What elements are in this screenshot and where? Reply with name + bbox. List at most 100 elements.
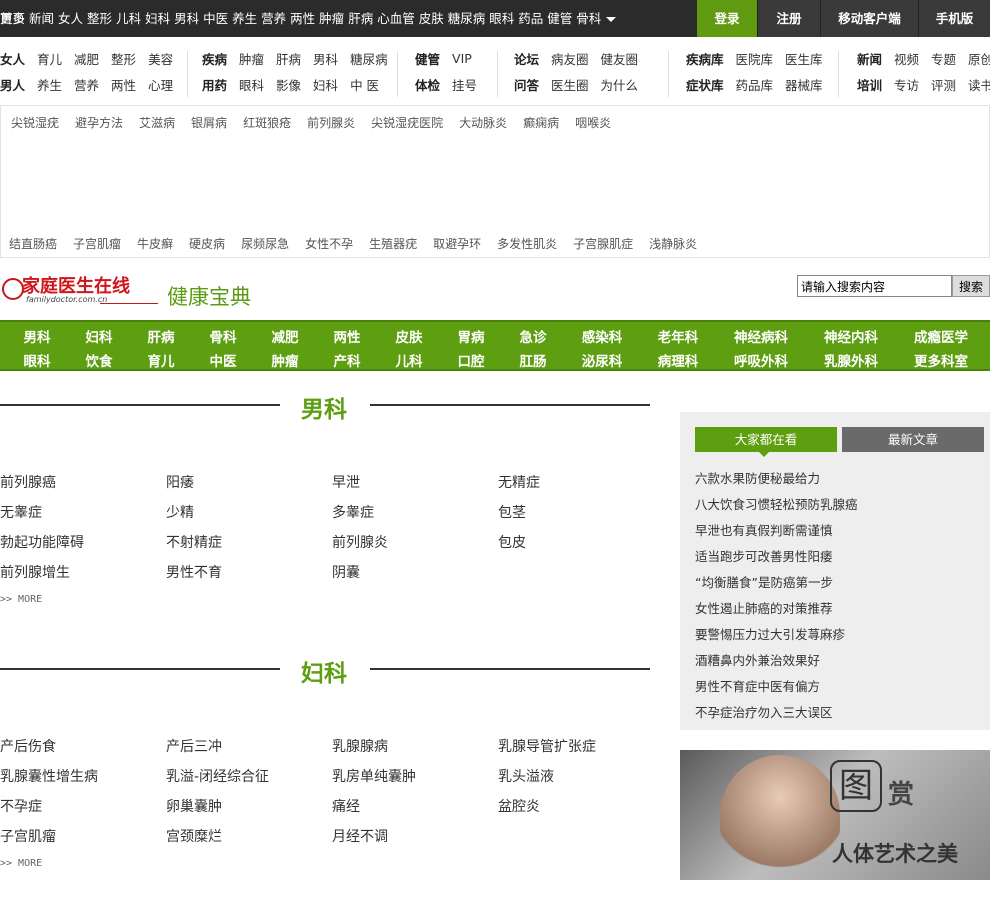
section-link[interactable]: 多睾症 [332, 502, 374, 522]
section-link[interactable]: 乳腺导管扩张症 [498, 736, 596, 756]
department-link[interactable]: 成瘾医学 [901, 326, 981, 346]
top-nav-link[interactable]: 新闻 [29, 0, 54, 37]
section-link[interactable]: 包茎 [498, 502, 526, 522]
channel-link[interactable]: 视频 [894, 49, 919, 68]
section-link[interactable]: 乳房单纯囊肿 [332, 766, 416, 786]
mobile-client-button[interactable]: 移动客户端 [820, 0, 918, 37]
channel-link[interactable]: 体检 [415, 75, 440, 94]
section-link[interactable]: 前列腺炎 [332, 532, 388, 552]
login-button[interactable]: 登录 [697, 0, 757, 37]
tag-link[interactable]: 红斑狼疮 [243, 114, 291, 131]
channel-link[interactable]: 影像 [276, 75, 301, 94]
channel-link[interactable]: 病友圈 [551, 49, 589, 68]
tag-link[interactable]: 癫痫病 [523, 114, 559, 131]
channel-link[interactable]: 眼科 [239, 75, 264, 94]
section-link[interactable]: 产后伤食 [0, 736, 56, 756]
section-link[interactable]: 阳痿 [166, 472, 194, 492]
channel-link[interactable]: 两性 [111, 75, 136, 94]
top-nav-link[interactable]: 中医 [203, 0, 228, 37]
tag-link[interactable]: 生殖器疣 [369, 235, 417, 252]
tag-link[interactable]: 浅静脉炎 [649, 235, 697, 252]
section-link[interactable]: 早泄 [332, 472, 360, 492]
tag-link[interactable]: 银屑病 [191, 114, 227, 131]
channel-link[interactable]: 减肥 [74, 49, 99, 68]
top-nav-link[interactable]: 养生 [232, 0, 257, 37]
channel-link[interactable]: 疾病 [202, 49, 227, 68]
top-nav-link[interactable]: 男科 [174, 0, 199, 37]
top-nav-link[interactable]: 心血管 [377, 0, 415, 37]
top-nav-link[interactable]: 肝病 [348, 0, 373, 37]
tag-link[interactable]: 艾滋病 [139, 114, 175, 131]
section-link[interactable]: 不孕症 [0, 796, 42, 816]
section-title[interactable]: 男科 [301, 390, 347, 424]
article-link[interactable]: 要警惕压力过大引发荨麻疹 [695, 624, 845, 643]
section-link[interactable]: 乳头溢液 [498, 766, 554, 786]
tag-link[interactable]: 尖锐湿疣医院 [371, 114, 443, 131]
tab-latest[interactable]: 最新文章 [842, 427, 984, 452]
tag-link[interactable]: 取避孕环 [433, 235, 481, 252]
tag-link[interactable]: 牛皮癣 [137, 235, 173, 252]
channel-link[interactable]: 男人 [0, 75, 25, 94]
department-link[interactable]: 肛肠 [493, 350, 573, 370]
section-link[interactable]: 盆腔炎 [498, 796, 540, 816]
tag-link[interactable]: 避孕方法 [75, 114, 123, 131]
top-nav-link[interactable]: 皮肤 [419, 0, 444, 37]
department-link[interactable]: 乳腺外科 [811, 350, 891, 370]
channel-link[interactable]: VIP [452, 51, 472, 66]
section-link[interactable]: 包皮 [498, 532, 526, 552]
channel-link[interactable]: 中 医 [350, 75, 379, 94]
channel-link[interactable]: 妇科 [313, 75, 338, 94]
article-link[interactable]: 六款水果防便秘最给力 [695, 468, 820, 487]
section-link[interactable]: 乳溢-闭经综合征 [166, 766, 269, 786]
top-nav-link[interactable]: 整形 [87, 0, 112, 37]
tag-link[interactable]: 结直肠癌 [9, 235, 57, 252]
channel-link[interactable]: 培训 [857, 75, 882, 94]
channel-link[interactable]: 疾病库 [686, 49, 724, 68]
tab-popular[interactable]: 大家都在看 [695, 427, 837, 457]
channel-link[interactable]: 用药 [202, 75, 227, 94]
channel-link[interactable]: 专访 [894, 75, 919, 94]
channel-link[interactable]: 医生圈 [551, 75, 589, 94]
top-nav-link[interactable]: 健管 [547, 0, 572, 37]
top-nav-link[interactable]: 儿科 [116, 0, 141, 37]
channel-link[interactable]: 药品库 [736, 75, 774, 94]
channel-link[interactable]: 读书 [968, 75, 990, 94]
department-link[interactable]: 神经病科 [721, 326, 801, 346]
tag-link[interactable]: 女性不孕 [305, 235, 353, 252]
department-link[interactable]: 感染科 [562, 326, 642, 346]
channel-link[interactable]: 症状库 [686, 75, 724, 94]
top-nav-link[interactable]: 两性 [290, 0, 315, 37]
ad-banner[interactable]: 图 赏 人体艺术之美 [680, 750, 990, 880]
tag-link[interactable]: 多发性肌炎 [497, 235, 557, 252]
section-link[interactable]: 男性不育 [166, 562, 222, 582]
channel-link[interactable]: 营养 [74, 75, 99, 94]
channel-link[interactable]: 专题 [931, 49, 956, 68]
section-title[interactable]: 妇科 [301, 654, 347, 688]
top-nav-link[interactable]: 营养 [261, 0, 286, 37]
more-menu-link[interactable]: 更多 [0, 0, 25, 37]
section-link[interactable]: 乳腺腺病 [332, 736, 388, 756]
department-link[interactable]: 呼吸外科 [721, 350, 801, 370]
article-link[interactable]: 不孕症治疗勿入三大误区 [695, 702, 833, 721]
channel-link[interactable]: 男科 [313, 49, 338, 68]
channel-link[interactable]: 心理 [148, 75, 173, 94]
channel-link[interactable]: 肿瘤 [239, 49, 264, 68]
top-nav-link[interactable]: 眼科 [489, 0, 514, 37]
article-link[interactable]: 早泄也有真假判断需谨慎 [695, 520, 833, 539]
channel-link[interactable]: 新闻 [857, 49, 882, 68]
section-link[interactable]: 卵巢囊肿 [166, 796, 222, 816]
tag-link[interactable]: 咽喉炎 [575, 114, 611, 131]
channel-link[interactable]: 论坛 [514, 49, 539, 68]
section-link[interactable]: 无精症 [498, 472, 540, 492]
section-link[interactable]: 前列腺增生 [0, 562, 70, 582]
tag-link[interactable]: 大动脉炎 [459, 114, 507, 131]
section-link[interactable]: 不射精症 [166, 532, 222, 552]
department-link[interactable]: 神经内科 [811, 326, 891, 346]
top-nav-link[interactable]: 女人 [58, 0, 83, 37]
article-link[interactable]: 女性遏止肺癌的对策推荐 [695, 598, 833, 617]
tag-link[interactable]: 子宫肌瘤 [73, 235, 121, 252]
section-link[interactable]: 月经不调 [332, 826, 388, 846]
section-link[interactable]: 宫颈糜烂 [166, 826, 222, 846]
more-link[interactable]: >> MORE [0, 858, 42, 869]
top-nav-link[interactable]: 药品 [518, 0, 543, 37]
